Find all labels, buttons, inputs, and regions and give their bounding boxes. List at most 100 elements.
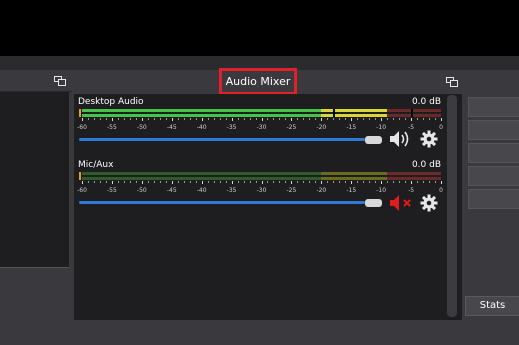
- meter-level: [82, 114, 322, 117]
- status-bar: [0, 320, 519, 345]
- scale-minor-tick: [177, 181, 179, 183]
- scale-label: -40: [196, 124, 207, 131]
- scale-label: -30: [256, 124, 267, 131]
- scale-label: -20: [316, 187, 327, 194]
- scale-minor-tick: [339, 181, 341, 183]
- meter-peak-cap: [79, 172, 81, 180]
- scale-minor-tick: [405, 181, 407, 183]
- scale-minor-tick: [189, 181, 191, 183]
- scale-minor-tick: [177, 118, 179, 120]
- scale-label: -60: [77, 187, 87, 194]
- scale-minor-tick: [399, 181, 401, 183]
- scale-minor-tick: [147, 118, 149, 120]
- meter-level: [321, 114, 388, 117]
- channel-name: Desktop Audio: [78, 97, 144, 107]
- scale-minor-tick: [309, 181, 311, 183]
- control-button[interactable]: [468, 97, 519, 117]
- scale-label: -15: [346, 124, 357, 131]
- gear-icon[interactable]: [420, 194, 438, 216]
- scale-minor-tick: [315, 181, 317, 183]
- control-button[interactable]: [468, 143, 519, 163]
- scale-minor-tick: [195, 181, 197, 183]
- scale-minor-tick: [327, 181, 329, 183]
- scale-minor-tick: [333, 181, 335, 183]
- audio-mixer-scrollbar[interactable]: [447, 95, 457, 317]
- volume-slider[interactable]: [79, 201, 365, 204]
- scale-tick: [261, 181, 263, 184]
- scale-label: -5: [408, 187, 415, 194]
- scale-minor-tick: [249, 118, 251, 120]
- scale-minor-tick: [363, 181, 365, 183]
- scale-tick: [141, 118, 143, 121]
- scale-minor-tick: [435, 118, 437, 120]
- scale-minor-tick: [357, 118, 359, 120]
- volume-slider-handle[interactable]: [365, 199, 382, 207]
- scale-tick: [441, 181, 442, 184]
- meter-level: [321, 109, 388, 112]
- meter-segment: [387, 109, 441, 112]
- scale-minor-tick: [363, 118, 365, 120]
- scale-minor-tick: [429, 118, 431, 120]
- scale-minor-tick: [159, 181, 161, 183]
- scale-minor-tick: [345, 181, 347, 183]
- scale-minor-tick: [219, 181, 221, 183]
- scale-label: -45: [166, 187, 177, 194]
- scale-label: -55: [107, 124, 117, 131]
- scale-minor-tick: [117, 118, 119, 120]
- scale-minor-tick: [207, 181, 209, 183]
- scale-minor-tick: [357, 181, 359, 183]
- scale-minor-tick: [213, 181, 215, 183]
- float-dock-icon[interactable]: [54, 76, 66, 86]
- scale-minor-tick: [267, 118, 269, 120]
- scale-minor-tick: [249, 181, 251, 183]
- control-button[interactable]: [468, 120, 519, 140]
- volume-slider-handle[interactable]: [365, 136, 382, 144]
- scale-minor-tick: [267, 181, 269, 183]
- scale-minor-tick: [285, 181, 287, 183]
- control-button[interactable]: [468, 166, 519, 186]
- scale-tick: [201, 181, 203, 184]
- obs-window: Audio Mixer Desktop Audio 0.0 dB -60 -55 -…: [0, 0, 519, 345]
- float-dock-icon[interactable]: [446, 77, 458, 87]
- scale-minor-tick: [183, 118, 185, 120]
- scale-label: -50: [136, 124, 147, 131]
- stats-button[interactable]: Stats: [465, 296, 519, 316]
- scale-minor-tick: [285, 118, 287, 120]
- meter-segment: [321, 172, 388, 175]
- preview-area: [0, 0, 519, 56]
- scale-tick: [171, 118, 173, 121]
- speaker-muted-icon[interactable]: [389, 194, 415, 216]
- scale-minor-tick: [93, 181, 95, 183]
- left-dock-body: [0, 92, 69, 267]
- scale-tick: [141, 181, 143, 184]
- scale-minor-tick: [297, 118, 299, 120]
- volume-slider[interactable]: [79, 138, 365, 141]
- meter-peak-marker: [411, 109, 414, 117]
- scale-label: -20: [316, 124, 327, 131]
- scale-tick: [261, 118, 263, 121]
- scale-tick: [441, 118, 442, 121]
- scale-minor-tick: [423, 181, 425, 183]
- scale-minor-tick: [195, 118, 197, 120]
- scale-minor-tick: [99, 118, 101, 120]
- scale-minor-tick: [189, 118, 191, 120]
- control-button[interactable]: [468, 189, 519, 209]
- scale-minor-tick: [345, 118, 347, 120]
- scale-minor-tick: [417, 118, 419, 120]
- scale-minor-tick: [279, 118, 281, 120]
- meter-level: [82, 109, 322, 112]
- scale-minor-tick: [129, 118, 131, 120]
- audio-mixer-title[interactable]: Audio Mixer: [219, 68, 297, 95]
- speaker-icon[interactable]: [389, 130, 413, 152]
- scale-minor-tick: [129, 181, 131, 183]
- scale-minor-tick: [225, 181, 227, 183]
- scale-tick: [321, 118, 323, 121]
- scale-minor-tick: [423, 118, 425, 120]
- scale-minor-tick: [405, 118, 407, 120]
- gear-icon[interactable]: [420, 130, 438, 152]
- scale-minor-tick: [303, 118, 305, 120]
- channel-db-value: 0.0 dB: [411, 97, 441, 107]
- scale-minor-tick: [339, 118, 341, 120]
- scale-minor-tick: [87, 181, 89, 183]
- scale-minor-tick: [147, 181, 149, 183]
